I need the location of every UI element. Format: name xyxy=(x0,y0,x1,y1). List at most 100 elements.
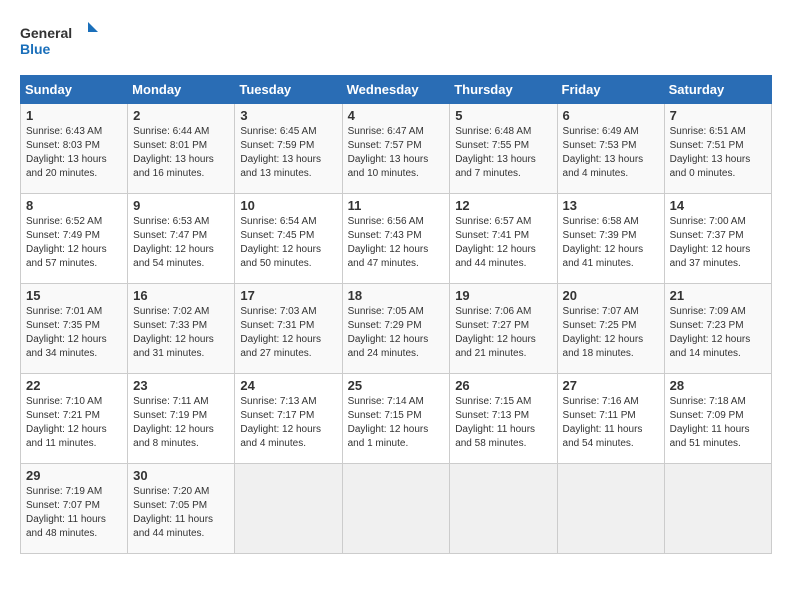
header-thursday: Thursday xyxy=(450,76,557,104)
header-sunday: Sunday xyxy=(21,76,128,104)
day-cell: 12 Sunrise: 6:57 AMSunset: 7:41 PMDayligh… xyxy=(450,194,557,284)
day-info: Sunrise: 6:48 AMSunset: 7:55 PMDaylight:… xyxy=(455,125,551,181)
day-number: 13 xyxy=(563,198,659,213)
header-monday: Monday xyxy=(128,76,235,104)
day-cell: 3Sunrise: 6:45 AMSunset: 7:59 PMDaylight… xyxy=(235,104,342,194)
day-info: Sunrise: 7:19 AMSunset: 7:07 PMDaylight:… xyxy=(26,485,122,541)
day-cell: 14Sunrise: 7:00 AMSunset: 7:37 PMDayligh… xyxy=(664,194,771,284)
day-cell xyxy=(342,464,450,554)
day-number: 21 xyxy=(670,288,766,303)
day-info: Sunrise: 7:20 AMSunset: 7:05 PMDaylight:… xyxy=(133,485,229,541)
day-info: Sunrise: 7:11 AMSunset: 7:19 PMDaylight:… xyxy=(133,395,229,451)
day-cell: 19 Sunrise: 7:06 AMSunset: 7:27 PMDayligh… xyxy=(450,284,557,374)
svg-text:Blue: Blue xyxy=(20,41,51,57)
day-cell: 1Sunrise: 6:43 AMSunset: 8:03 PMDaylight… xyxy=(21,104,128,194)
week-row-1: 1Sunrise: 6:43 AMSunset: 8:03 PMDaylight… xyxy=(21,104,772,194)
week-row-2: 8 Sunrise: 6:52 AMSunset: 7:49 PMDaylight… xyxy=(21,194,772,284)
day-info: Sunrise: 6:52 AMSunset: 7:49 PMDaylight:… xyxy=(26,215,122,271)
calendar-table: SundayMondayTuesdayWednesdayThursdayFrid… xyxy=(20,75,772,554)
day-number: 26 xyxy=(455,378,551,393)
day-info: Sunrise: 6:57 AMSunset: 7:41 PMDaylight:… xyxy=(455,215,551,271)
day-number: 19 xyxy=(455,288,551,303)
day-cell: 10Sunrise: 6:54 AMSunset: 7:45 PMDayligh… xyxy=(235,194,342,284)
day-number: 17 xyxy=(240,288,336,303)
day-number: 2 xyxy=(133,108,229,123)
day-info: Sunrise: 7:07 AMSunset: 7:25 PMDaylight:… xyxy=(563,305,659,361)
day-info: Sunrise: 6:47 AMSunset: 7:57 PMDaylight:… xyxy=(348,125,445,181)
day-info: Sunrise: 7:02 AMSunset: 7:33 PMDaylight:… xyxy=(133,305,229,361)
day-cell: 29 Sunrise: 7:19 AMSunset: 7:07 PMDayligh… xyxy=(21,464,128,554)
day-cell: 9Sunrise: 6:53 AMSunset: 7:47 PMDaylight… xyxy=(128,194,235,284)
day-cell: 11 Sunrise: 6:56 AMSunset: 7:43 PMDayligh… xyxy=(342,194,450,284)
day-cell xyxy=(450,464,557,554)
day-cell xyxy=(235,464,342,554)
day-cell: 27 Sunrise: 7:16 AMSunset: 7:11 PMDayligh… xyxy=(557,374,664,464)
day-number: 25 xyxy=(348,378,445,393)
logo-svg: General Blue xyxy=(20,20,100,65)
day-number: 29 xyxy=(26,468,122,483)
week-row-4: 22 Sunrise: 7:10 AMSunset: 7:21 PMDayligh… xyxy=(21,374,772,464)
calendar-header-row: SundayMondayTuesdayWednesdayThursdayFrid… xyxy=(21,76,772,104)
day-cell: 5Sunrise: 6:48 AMSunset: 7:55 PMDaylight… xyxy=(450,104,557,194)
day-number: 27 xyxy=(563,378,659,393)
day-cell: 23 Sunrise: 7:11 AMSunset: 7:19 PMDayligh… xyxy=(128,374,235,464)
day-cell: 13 Sunrise: 6:58 AMSunset: 7:39 PMDayligh… xyxy=(557,194,664,284)
week-row-3: 15 Sunrise: 7:01 AMSunset: 7:35 PMDayligh… xyxy=(21,284,772,374)
header-friday: Friday xyxy=(557,76,664,104)
day-info: Sunrise: 6:44 AMSunset: 8:01 PMDaylight:… xyxy=(133,125,229,181)
day-info: Sunrise: 7:16 AMSunset: 7:11 PMDaylight:… xyxy=(563,395,659,451)
day-info: Sunrise: 7:14 AMSunset: 7:15 PMDaylight:… xyxy=(348,395,445,451)
day-info: Sunrise: 7:10 AMSunset: 7:21 PMDaylight:… xyxy=(26,395,122,451)
day-cell: 24Sunrise: 7:13 AMSunset: 7:17 PMDayligh… xyxy=(235,374,342,464)
day-info: Sunrise: 6:58 AMSunset: 7:39 PMDaylight:… xyxy=(563,215,659,271)
day-number: 12 xyxy=(455,198,551,213)
day-cell xyxy=(664,464,771,554)
day-info: Sunrise: 7:03 AMSunset: 7:31 PMDaylight:… xyxy=(240,305,336,361)
day-number: 7 xyxy=(670,108,766,123)
header-saturday: Saturday xyxy=(664,76,771,104)
day-number: 15 xyxy=(26,288,122,303)
header-tuesday: Tuesday xyxy=(235,76,342,104)
day-number: 16 xyxy=(133,288,229,303)
header-wednesday: Wednesday xyxy=(342,76,450,104)
day-cell: 18 Sunrise: 7:05 AMSunset: 7:29 PMDayligh… xyxy=(342,284,450,374)
day-info: Sunrise: 6:54 AMSunset: 7:45 PMDaylight:… xyxy=(240,215,336,271)
day-info: Sunrise: 6:49 AMSunset: 7:53 PMDaylight:… xyxy=(563,125,659,181)
day-info: Sunrise: 7:01 AMSunset: 7:35 PMDaylight:… xyxy=(26,305,122,361)
day-cell: 30 Sunrise: 7:20 AMSunset: 7:05 PMDayligh… xyxy=(128,464,235,554)
day-cell: 21 Sunrise: 7:09 AMSunset: 7:23 PMDayligh… xyxy=(664,284,771,374)
day-cell: 2 Sunrise: 6:44 AMSunset: 8:01 PMDaylight… xyxy=(128,104,235,194)
day-number: 4 xyxy=(348,108,445,123)
day-cell: 4 Sunrise: 6:47 AMSunset: 7:57 PMDaylight… xyxy=(342,104,450,194)
day-info: Sunrise: 7:05 AMSunset: 7:29 PMDaylight:… xyxy=(348,305,445,361)
day-cell: 26 Sunrise: 7:15 AMSunset: 7:13 PMDayligh… xyxy=(450,374,557,464)
week-row-5: 29 Sunrise: 7:19 AMSunset: 7:07 PMDayligh… xyxy=(21,464,772,554)
day-info: Sunrise: 6:56 AMSunset: 7:43 PMDaylight:… xyxy=(348,215,445,271)
logo: General Blue xyxy=(20,20,100,65)
day-number: 6 xyxy=(563,108,659,123)
day-cell: 22 Sunrise: 7:10 AMSunset: 7:21 PMDayligh… xyxy=(21,374,128,464)
day-info: Sunrise: 7:06 AMSunset: 7:27 PMDaylight:… xyxy=(455,305,551,361)
day-cell: 25 Sunrise: 7:14 AMSunset: 7:15 PMDayligh… xyxy=(342,374,450,464)
day-info: Sunrise: 7:09 AMSunset: 7:23 PMDaylight:… xyxy=(670,305,766,361)
day-number: 14 xyxy=(670,198,766,213)
day-info: Sunrise: 7:18 AMSunset: 7:09 PMDaylight:… xyxy=(670,395,766,451)
day-info: Sunrise: 6:45 AMSunset: 7:59 PMDaylight:… xyxy=(240,125,336,181)
day-number: 22 xyxy=(26,378,122,393)
day-number: 18 xyxy=(348,288,445,303)
day-info: Sunrise: 6:51 AMSunset: 7:51 PMDaylight:… xyxy=(670,125,766,181)
page-header: General Blue xyxy=(20,20,772,65)
day-number: 23 xyxy=(133,378,229,393)
day-cell xyxy=(557,464,664,554)
day-number: 30 xyxy=(133,468,229,483)
day-cell: 15 Sunrise: 7:01 AMSunset: 7:35 PMDayligh… xyxy=(21,284,128,374)
day-info: Sunrise: 7:13 AMSunset: 7:17 PMDaylight:… xyxy=(240,395,336,451)
svg-text:General: General xyxy=(20,25,72,41)
day-number: 8 xyxy=(26,198,122,213)
day-info: Sunrise: 6:53 AMSunset: 7:47 PMDaylight:… xyxy=(133,215,229,271)
day-cell: 16 Sunrise: 7:02 AMSunset: 7:33 PMDayligh… xyxy=(128,284,235,374)
day-number: 28 xyxy=(670,378,766,393)
day-number: 1 xyxy=(26,108,122,123)
day-number: 11 xyxy=(348,198,445,213)
day-info: Sunrise: 7:15 AMSunset: 7:13 PMDaylight:… xyxy=(455,395,551,451)
